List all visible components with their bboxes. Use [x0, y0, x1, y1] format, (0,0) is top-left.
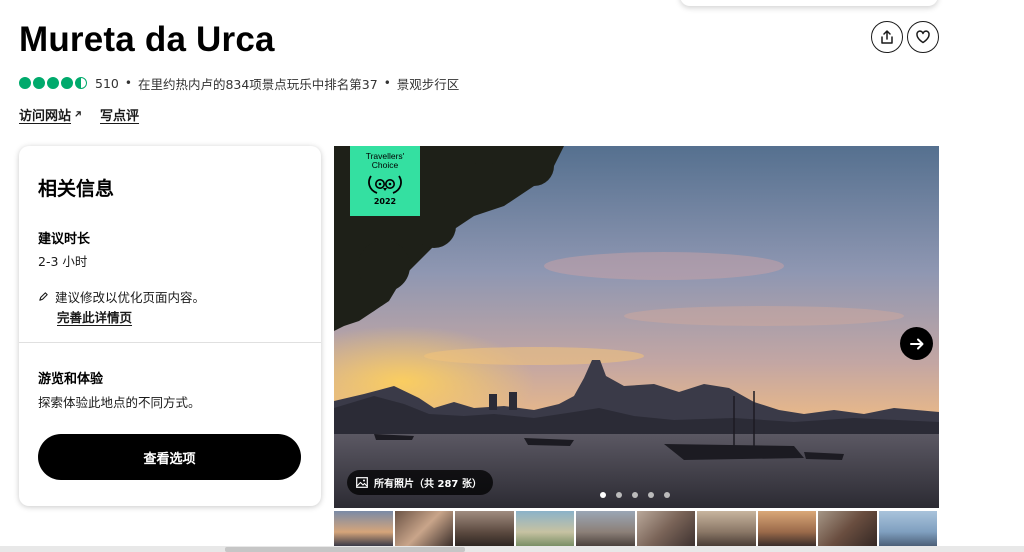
photo-thumbnail[interactable]	[334, 511, 393, 546]
travellers-choice-badge: Travellers' Choice 2022	[350, 146, 420, 216]
search-dropdown-edge	[680, 0, 938, 6]
separator: •	[124, 76, 132, 90]
arrow-right-icon	[909, 338, 923, 349]
horizontal-scrollbar[interactable]	[0, 546, 1024, 552]
photo-thumbnail[interactable]	[394, 511, 453, 546]
tours-label: 游览和体验	[38, 372, 104, 387]
photo-thumbnail[interactable]	[515, 511, 574, 546]
sunset-bay-photo	[334, 146, 939, 508]
photo-thumbnail[interactable]	[878, 511, 937, 546]
rating-bubbles[interactable]	[19, 77, 87, 89]
rating-bubble	[19, 77, 31, 89]
save-button[interactable]	[907, 21, 939, 53]
next-photo-button[interactable]	[900, 327, 933, 360]
card-divider	[19, 342, 321, 343]
scrollbar-thumb[interactable]	[225, 547, 465, 552]
page-title: Mureta da Urca	[19, 20, 275, 59]
photo-thumbnail[interactable]	[576, 511, 635, 546]
photo-thumbnail[interactable]	[757, 511, 816, 546]
photo-thumbnail[interactable]	[818, 511, 877, 546]
tours-description: 探索体验此地点的不同方式。	[38, 395, 201, 410]
share-icon	[881, 30, 893, 44]
hero-photo[interactable]: Travellers' Choice 2022 所有照片（共 287 张）	[334, 146, 939, 508]
rating-bubble-half	[75, 77, 87, 89]
info-card: 相关信息 建议时长 2-3 小时 建议修改以优化页面内容。 完善此详情页 游览和…	[19, 146, 321, 506]
all-photos-button[interactable]: 所有照片（共 287 张）	[347, 470, 493, 495]
duration-label: 建议时长	[38, 232, 91, 247]
photo-thumbnail[interactable]	[455, 511, 514, 546]
all-photos-label: 所有照片（共 287 张）	[374, 479, 482, 490]
carousel-dot[interactable]	[600, 492, 606, 498]
suggest-edit-text: 建议修改以优化页面内容。	[55, 290, 206, 305]
badge-line-2: Choice	[371, 160, 399, 170]
info-card-heading: 相关信息	[38, 178, 115, 200]
thumbnail-strip	[334, 511, 939, 546]
photo-thumbnail[interactable]	[636, 511, 695, 546]
view-options-button[interactable]: 查看选项	[38, 434, 301, 480]
carousel-dot[interactable]	[616, 492, 622, 498]
review-count[interactable]: 510	[95, 76, 119, 91]
duration-value: 2-3 小时	[38, 254, 88, 269]
rank-text[interactable]: 在里约热内卢的834项景点玩乐中排名第37	[138, 74, 378, 93]
action-links: 访问网站 写点评	[19, 105, 139, 124]
visit-website-label: 访问网站	[19, 109, 72, 124]
write-review-link[interactable]: 写点评	[100, 105, 139, 124]
carousel-dots	[600, 492, 670, 498]
carousel-dot[interactable]	[632, 492, 638, 498]
category-label: 景观步行区	[396, 76, 460, 92]
separator: •	[383, 76, 391, 90]
visit-website-link[interactable]: 访问网站	[19, 105, 82, 124]
rating-bubble	[61, 77, 73, 89]
rating-bubble	[33, 77, 45, 89]
badge-year: 2022	[373, 197, 397, 206]
owl-laurel-icon	[368, 175, 402, 194]
pencil-icon	[39, 292, 48, 301]
carousel-dot[interactable]	[648, 492, 654, 498]
heart-icon	[916, 30, 930, 44]
improve-page-link[interactable]: 完善此详情页	[57, 307, 132, 326]
suggest-edit-row: 建议修改以优化页面内容。	[38, 287, 205, 306]
external-link-icon	[75, 111, 81, 117]
carousel-dot[interactable]	[664, 492, 670, 498]
share-button[interactable]	[871, 21, 903, 53]
rating-bubble	[47, 77, 59, 89]
rating-row: 510 • 在里约热内卢的834项景点玩乐中排名第37 • 景观步行区	[19, 74, 459, 92]
image-icon	[356, 477, 368, 488]
photo-thumbnail[interactable]	[697, 511, 756, 546]
